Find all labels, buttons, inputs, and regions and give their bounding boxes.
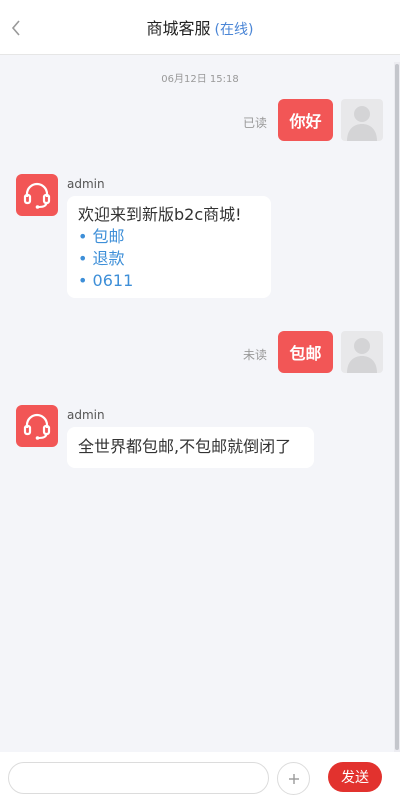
- send-button[interactable]: 发送: [328, 762, 382, 792]
- sender-name: admin: [67, 177, 105, 191]
- more-options-button[interactable]: [277, 762, 310, 795]
- quick-link-refund[interactable]: • 退款: [78, 248, 260, 270]
- message-text: 全世界都包邮,不包邮就倒闭了: [78, 437, 292, 456]
- chevron-left-icon: [11, 20, 20, 36]
- user-silhouette-icon: [347, 106, 377, 141]
- outgoing-message-bubble[interactable]: 包邮: [278, 331, 333, 373]
- quick-link-0611[interactable]: • 0611: [78, 270, 260, 292]
- message-timestamp: 06月12日 15:18: [161, 74, 239, 85]
- headset-icon: [23, 182, 51, 209]
- user-silhouette-icon: [347, 338, 377, 373]
- plus-icon: [288, 773, 299, 784]
- message-input[interactable]: [8, 762, 269, 794]
- page-title: 商城客服: [146, 19, 211, 38]
- agent-avatar[interactable]: [16, 405, 58, 447]
- user-avatar[interactable]: [341, 99, 383, 141]
- online-status: (在线): [214, 22, 254, 38]
- chat-scrollbar-thumb[interactable]: [395, 64, 399, 750]
- outgoing-message-bubble[interactable]: 你好: [278, 99, 333, 141]
- headset-icon: [23, 413, 51, 440]
- agent-avatar[interactable]: [16, 174, 58, 216]
- chat-header: 商城客服 (在线): [0, 0, 400, 55]
- sender-name: admin: [67, 408, 105, 422]
- message-text: 欢迎来到新版b2c商城!: [78, 205, 242, 224]
- message-input-bar: 发送: [0, 752, 400, 800]
- back-button[interactable]: [4, 12, 28, 44]
- user-avatar[interactable]: [341, 331, 383, 373]
- incoming-message-bubble: 欢迎来到新版b2c商城! • 包邮 • 退款 • 0611: [67, 196, 271, 298]
- read-status: 未读: [243, 348, 268, 362]
- incoming-message-bubble: 全世界都包邮,不包邮就倒闭了: [67, 427, 314, 468]
- read-status: 已读: [243, 116, 268, 130]
- header-title-group: 商城客服 (在线): [147, 15, 254, 39]
- quick-link-free-shipping[interactable]: • 包邮: [78, 226, 260, 248]
- chat-area[interactable]: [0, 56, 392, 752]
